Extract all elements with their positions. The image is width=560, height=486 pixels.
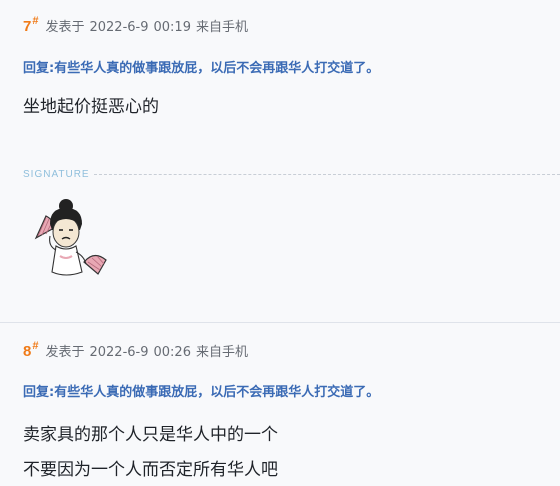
reply-title: 有些华人真的做事跟放屁，以后不会再跟华人打交道了。 bbox=[54, 385, 380, 400]
right-fan-icon bbox=[83, 254, 107, 275]
post-content-line: 卖家具的那个人只是华人中的一个 bbox=[23, 425, 278, 445]
post-floor-7: 7 # 发表于 2022-6-9 00:19 来自手机 回复:有些华人真的做事跟… bbox=[0, 0, 560, 310]
post-source: 来自手机 bbox=[195, 20, 248, 35]
reply-label: 回复: bbox=[23, 61, 55, 76]
post-date: 2022-6-9 bbox=[89, 345, 149, 360]
post-time: 00:26 bbox=[153, 345, 191, 360]
reply-quote-link[interactable]: 回复:有些华人真的做事跟放屁，以后不会再跟华人打交道了。 bbox=[23, 381, 379, 400]
floor-number[interactable]: 8 bbox=[23, 343, 31, 360]
post-content-line: 不要因为一个人而否定所有华人吧 bbox=[23, 460, 278, 480]
signature-divider: SIGNATURE bbox=[23, 166, 560, 182]
signature-label: SIGNATURE bbox=[23, 168, 90, 180]
floor-hash-mark: # bbox=[32, 15, 39, 27]
reply-quote-link[interactable]: 回复:有些华人真的做事跟放屁，以后不会再跟华人打交道了。 bbox=[23, 57, 379, 76]
post-source: 来自手机 bbox=[195, 345, 248, 360]
post-meta: 7 # 发表于 2022-6-9 00:19 来自手机 bbox=[23, 15, 248, 36]
floor-hash-mark: # bbox=[32, 340, 39, 352]
post-meta-prefix: 发表于 bbox=[45, 20, 85, 35]
thread-page: 7 # 发表于 2022-6-9 00:19 来自手机 回复:有些华人真的做事跟… bbox=[0, 0, 560, 486]
post-content-line: 坐地起价挺恶心的 bbox=[23, 97, 159, 117]
post-date: 2022-6-9 bbox=[89, 20, 149, 35]
signature-rule bbox=[93, 173, 560, 175]
post-time: 00:19 bbox=[153, 20, 191, 35]
cartoon-girl-with-fans-sticker-icon bbox=[24, 194, 114, 284]
reply-title: 有些华人真的做事跟放屁，以后不会再跟华人打交道了。 bbox=[54, 61, 380, 76]
post-meta-prefix: 发表于 bbox=[45, 345, 85, 360]
post-floor-8: 8 # 发表于 2022-6-9 00:26 来自手机 回复:有些华人真的做事跟… bbox=[0, 323, 560, 486]
floor-number[interactable]: 7 bbox=[23, 18, 31, 35]
reply-label: 回复: bbox=[23, 385, 55, 400]
post-meta: 8 # 发表于 2022-6-9 00:26 来自手机 bbox=[23, 340, 248, 361]
